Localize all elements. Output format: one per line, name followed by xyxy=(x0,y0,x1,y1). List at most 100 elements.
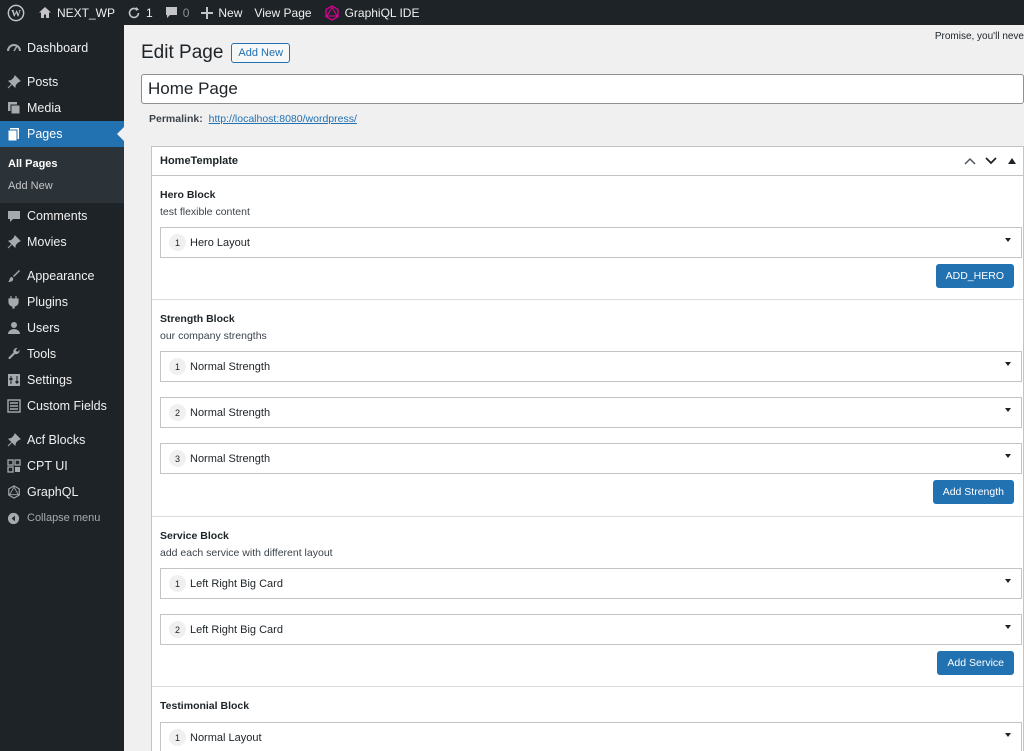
layout-name: Left Right Big Card xyxy=(190,623,283,636)
home-icon xyxy=(39,7,51,18)
layout-name: Hero Layout xyxy=(190,236,250,249)
layout-name: Normal Strength xyxy=(190,452,271,465)
sidebar-item-label: Movies xyxy=(27,235,67,249)
sidebar-item-acf-blocks[interactable]: Acf Blocks xyxy=(0,427,124,453)
caret-down-icon[interactable] xyxy=(1005,454,1011,458)
updates-link[interactable]: 1 xyxy=(121,0,159,25)
strength-block: Strength Block our company strengths 1 N… xyxy=(152,300,1023,517)
sidebar-item-label: Plugins xyxy=(27,295,68,309)
caret-down-icon[interactable] xyxy=(1005,733,1011,737)
sidebar-item-posts[interactable]: Posts xyxy=(0,69,124,95)
caret-down-icon[interactable] xyxy=(1005,408,1011,412)
permalink: Permalink: http://localhost:8080/wordpre… xyxy=(149,113,357,125)
toggle-panel-icon[interactable] xyxy=(1004,152,1019,170)
add-new-button[interactable]: Add New xyxy=(231,43,291,63)
sidebar-item-media[interactable]: Media xyxy=(0,95,124,121)
submenu-add-new[interactable]: Add New xyxy=(0,175,124,197)
layout-row[interactable]: 2 Normal Strength xyxy=(160,397,1022,428)
layout-row[interactable]: 1 Hero Layout xyxy=(160,227,1022,258)
sidebar-item-pages[interactable]: Pages xyxy=(0,121,124,147)
sidebar-item-label: Settings xyxy=(27,373,73,387)
layout-order: 2 xyxy=(169,621,186,638)
sidebar-item-label: Dashboard xyxy=(27,41,89,55)
site-name: NEXT_WP xyxy=(57,5,116,20)
caret-down-icon[interactable] xyxy=(1005,238,1011,242)
sidebar-item-label: Comments xyxy=(27,209,88,223)
field-label: Service Block xyxy=(160,530,229,542)
layout-name: Normal Strength xyxy=(190,406,271,419)
add-hero-button[interactable]: ADD_HERO xyxy=(935,264,1014,288)
post-title-input[interactable]: Home Page xyxy=(141,74,1024,104)
view-page-link[interactable]: View Page xyxy=(248,0,317,25)
move-up-icon[interactable] xyxy=(962,152,977,170)
field-description: add each service with different layout xyxy=(160,547,333,559)
sidebar-item-users[interactable]: Users xyxy=(0,315,124,341)
sidebar-item-tools[interactable]: Tools xyxy=(0,341,124,367)
sidebar-item-graphql[interactable]: GraphQL xyxy=(0,479,124,505)
sidebar-item-label: Pages xyxy=(27,127,63,141)
layout-row[interactable]: 1 Left Right Big Card xyxy=(160,568,1022,599)
layout-row[interactable]: 3 Normal Strength xyxy=(160,443,1022,474)
sidebar-item-settings[interactable]: Settings xyxy=(0,367,124,393)
brush-icon xyxy=(6,269,21,284)
permalink-link[interactable]: http://localhost:8080/wordpress/ xyxy=(209,113,357,125)
layout-name: Left Right Big Card xyxy=(190,577,283,590)
sidebar-item-label: GraphQL xyxy=(27,485,79,499)
new-content-link[interactable]: New xyxy=(195,0,248,25)
collapse-menu-button[interactable]: Collapse menu xyxy=(0,505,124,531)
pin-icon xyxy=(6,75,21,90)
sidebar-item-comments[interactable]: Comments xyxy=(0,203,124,229)
layout-name: Normal Strength xyxy=(190,360,271,373)
field-label: Testimonial Block xyxy=(160,700,250,712)
caret-down-icon[interactable] xyxy=(1005,579,1011,583)
sidebar-item-appearance[interactable]: Appearance xyxy=(0,263,124,289)
caret-down-icon[interactable] xyxy=(1005,362,1011,366)
updates-count: 1 xyxy=(146,5,153,20)
sidebar-item-dashboard[interactable]: Dashboard xyxy=(0,35,124,61)
layout-order: 1 xyxy=(169,729,186,746)
sidebar-item-label: Appearance xyxy=(27,269,95,283)
layout-row[interactable]: 1 Normal Layout xyxy=(160,722,1022,751)
pages-icon xyxy=(6,127,21,142)
sidebar-item-plugins[interactable]: Plugins xyxy=(0,289,124,315)
admin-bar: W NEXT_WP 1 0 New View Page GraphiQL IDE xyxy=(0,0,1024,25)
move-down-icon[interactable] xyxy=(983,152,998,170)
layout-order: 1 xyxy=(169,575,186,592)
grid-icon xyxy=(6,459,21,474)
home-template-panel: HomeTemplate Hero Block test flexible co… xyxy=(151,146,1024,751)
admin-sidebar: Dashboard Posts Media Pages All Pages Ad… xyxy=(0,25,124,751)
submenu-all-pages[interactable]: All Pages xyxy=(0,153,124,175)
sidebar-item-movies[interactable]: Movies xyxy=(0,229,124,255)
layout-row[interactable]: 1 Normal Strength xyxy=(160,351,1022,382)
refresh-icon xyxy=(128,6,140,18)
hero-block: Hero Block test flexible content 1 Hero … xyxy=(152,176,1023,300)
comments-link[interactable]: 0 xyxy=(159,0,196,25)
main-content: Promise, you'll neve Edit Page Add New H… xyxy=(124,25,1024,751)
graphiql-ide-link[interactable]: GraphiQL IDE xyxy=(318,0,426,25)
collapse-icon xyxy=(6,511,21,526)
plus-icon xyxy=(201,6,214,19)
add-strength-button[interactable]: Add Strength xyxy=(932,480,1014,504)
dashboard-icon xyxy=(6,41,21,56)
site-name-link[interactable]: NEXT_WP xyxy=(32,0,121,25)
field-label: Hero Block xyxy=(160,189,216,201)
graphql-icon xyxy=(6,485,21,500)
sidebar-item-label: CPT UI xyxy=(27,459,68,473)
add-service-button[interactable]: Add Service xyxy=(937,651,1014,675)
layout-row[interactable]: 2 Left Right Big Card xyxy=(160,614,1022,645)
page-heading: Edit Page Add New xyxy=(141,42,291,64)
pin-icon xyxy=(6,433,21,448)
field-label: Strength Block xyxy=(160,313,235,325)
sidebar-item-cpt-ui[interactable]: CPT UI xyxy=(0,453,124,479)
caret-down-icon[interactable] xyxy=(1005,625,1011,629)
graphiql-label: GraphiQL IDE xyxy=(344,5,420,20)
comment-icon xyxy=(165,7,177,18)
wordpress-logo-icon[interactable]: W xyxy=(0,0,32,25)
sidebar-item-custom-fields[interactable]: Custom Fields xyxy=(0,393,124,419)
sidebar-item-label: Collapse menu xyxy=(27,512,101,524)
comment-icon xyxy=(6,209,21,224)
layout-order: 1 xyxy=(169,234,186,251)
wrench-icon xyxy=(6,347,21,362)
sidebar-item-label: Acf Blocks xyxy=(27,433,86,447)
svg-text:W: W xyxy=(11,8,21,19)
